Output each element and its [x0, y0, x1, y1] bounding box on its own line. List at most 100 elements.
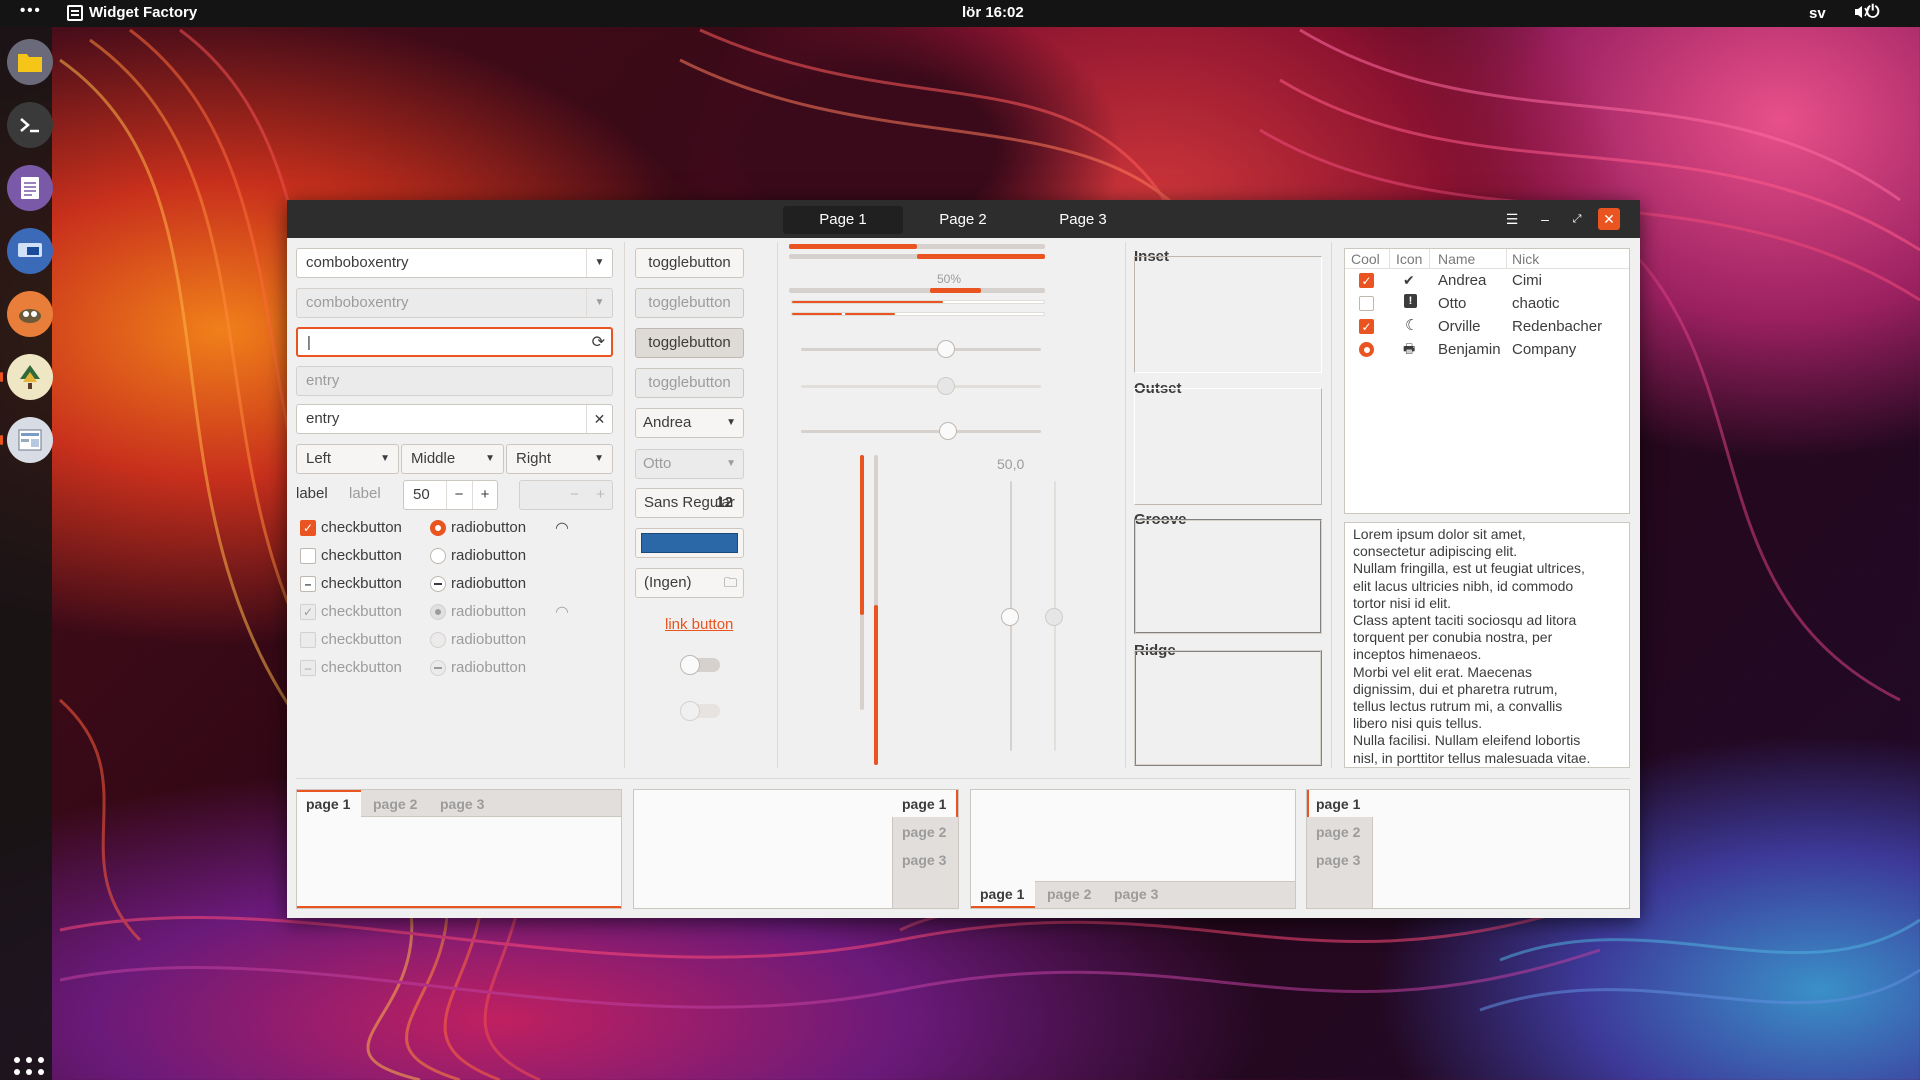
tab-page-2[interactable]: Page 2	[903, 206, 1023, 234]
text-line: nisl, in porttitor tellus malesuada vita…	[1353, 749, 1591, 766]
font-button[interactable]: Sans Regular 12	[635, 488, 744, 518]
row-4-nick: Company	[1512, 341, 1577, 358]
vscale-1-knob[interactable]	[1001, 608, 1019, 626]
notebook-3-tab-3[interactable]: page 3	[1114, 886, 1158, 902]
notebook-1-tab-2[interactable]: page 2	[373, 796, 417, 812]
clock[interactable]: lör 16:02	[962, 4, 1024, 21]
notebook-top: page 1 page 2 page 3	[296, 789, 622, 909]
maximize-icon[interactable]: ⤢	[1566, 208, 1588, 230]
entry-clearable[interactable]: entry ✕	[296, 404, 613, 434]
column-header-name[interactable]: Name	[1438, 251, 1475, 267]
vprogress-2	[874, 455, 878, 765]
file-chooser-button[interactable]: (Ingen) 🗀	[635, 568, 744, 598]
combo-right[interactable]: Right ▼	[506, 444, 613, 474]
clear-icon[interactable]: ✕	[586, 405, 612, 433]
entry-focused[interactable]: | ⟳	[296, 327, 613, 357]
row-1-nick: Cimi	[1512, 272, 1542, 289]
notebook-4-tab-3[interactable]: page 3	[1316, 852, 1360, 868]
text-line: Lorem ipsum dolor sit amet,	[1353, 526, 1526, 542]
chevron-down-icon: ▼	[485, 453, 495, 464]
notebook-2-tab-1[interactable]: page 1	[902, 796, 946, 812]
notebook-2-tab-3[interactable]: page 3	[902, 852, 946, 868]
checkbox-1[interactable]: ✓	[300, 520, 316, 536]
hscale-3-knob[interactable]	[939, 422, 957, 440]
combo-left[interactable]: Left ▼	[296, 444, 399, 474]
hscale-3-marked[interactable]	[801, 430, 1041, 433]
row-3-cool-checkbox[interactable]: ✓	[1359, 319, 1374, 334]
files-icon[interactable]	[7, 39, 53, 85]
chevron-down-icon[interactable]: ▼	[586, 249, 612, 277]
remote-desktop-icon[interactable]	[7, 228, 53, 274]
input-language[interactable]: sv	[1809, 5, 1826, 22]
terminal-icon[interactable]	[7, 102, 53, 148]
row-1-name: Andrea	[1438, 272, 1487, 289]
app-menu-title[interactable]: Widget Factory	[89, 4, 197, 21]
hscale-1[interactable]	[801, 348, 1041, 351]
row-4-cool-radio[interactable]	[1359, 342, 1374, 357]
radio-1[interactable]	[430, 520, 446, 536]
treeview-header	[1345, 249, 1629, 269]
hscale-2-knob	[937, 377, 955, 395]
plus-icon[interactable]: +	[472, 481, 497, 509]
separator	[296, 778, 1630, 779]
notebook-1-tab-1[interactable]: page 1	[306, 796, 350, 812]
combo-andrea-label: Andrea	[643, 414, 692, 431]
togglebutton-2-disabled: togglebutton	[635, 288, 744, 318]
hscale-1-knob[interactable]	[937, 340, 955, 358]
widget-factory-icon[interactable]	[7, 417, 53, 463]
combo-middle[interactable]: Middle ▼	[401, 444, 504, 474]
radio-3-mixed[interactable]	[430, 576, 446, 592]
activities-button[interactable]: •••	[20, 2, 42, 19]
radio-2[interactable]	[430, 548, 446, 564]
spin-button[interactable]: 50 − +	[403, 480, 498, 510]
running-indicator	[0, 435, 3, 445]
textview[interactable]: Lorem ipsum dolor sit amet, consectetur …	[1344, 522, 1630, 768]
row-1-cool-checkbox[interactable]: ✓	[1359, 273, 1374, 288]
switch-off[interactable]	[680, 655, 720, 675]
app-menu-icon[interactable]	[67, 5, 83, 21]
menu-icon[interactable]: ☰	[1501, 208, 1523, 230]
column-header-icon[interactable]: Icon	[1396, 251, 1422, 267]
inkscape-icon[interactable]	[7, 354, 53, 400]
notebook-4-tab-1[interactable]: page 1	[1316, 796, 1360, 812]
notebook-3-tab-1[interactable]: page 1	[980, 886, 1024, 902]
tab-page-3[interactable]: Page 3	[1023, 206, 1143, 234]
treeview[interactable]: Cool Icon Name Nick ✓ ✔ Andrea Cimi ! Ot…	[1344, 248, 1630, 514]
text-line: elit lacus ultricies nibh, id commodo	[1353, 577, 1574, 594]
progress-bar-1	[789, 244, 1045, 249]
power-icon[interactable]: ⏻	[1866, 2, 1879, 22]
notebook-4-tab-2[interactable]: page 2	[1316, 824, 1360, 840]
column-header-cool[interactable]: Cool	[1351, 251, 1380, 267]
row-2-cool-checkbox[interactable]	[1359, 296, 1374, 311]
minimize-icon[interactable]: –	[1534, 208, 1556, 230]
togglebutton-1[interactable]: togglebutton	[635, 248, 744, 278]
notebook-2-tab-2[interactable]: page 2	[902, 824, 946, 840]
color-button[interactable]	[635, 528, 744, 558]
column-header-nick[interactable]: Nick	[1512, 251, 1539, 267]
row-3-nick: Redenbacher	[1512, 318, 1603, 335]
notebook-1-tab-3[interactable]: page 3	[440, 796, 484, 812]
show-applications-button[interactable]	[14, 1057, 44, 1080]
combo-otto-disabled: Otto ▼	[635, 449, 744, 479]
separator	[777, 242, 778, 768]
checkbox-3-label: checkbutton	[321, 575, 402, 592]
check-circle-icon: ✔	[1403, 272, 1415, 288]
text-line: inceptos himenaeos.	[1353, 646, 1482, 663]
gimp-icon[interactable]	[7, 291, 53, 337]
tab-page-1[interactable]: Page 1	[783, 206, 903, 234]
minus-icon[interactable]: −	[446, 481, 471, 509]
refresh-icon[interactable]: ⟳	[592, 329, 605, 357]
link-button[interactable]: link button	[665, 616, 733, 633]
combo-andrea[interactable]: Andrea ▼	[635, 408, 744, 438]
checkbox-3-mixed[interactable]: –	[300, 576, 316, 592]
entry-clearable-text: entry	[306, 410, 340, 427]
text-editor-icon[interactable]	[7, 165, 53, 211]
notebook-3-tab-2[interactable]: page 2	[1047, 886, 1091, 902]
widget-factory-window: Page 1 Page 2 Page 3 ☰ – ⤢ ✕ comboboxent…	[287, 200, 1640, 918]
close-icon[interactable]: ✕	[1598, 208, 1620, 230]
text-line: torquent per conubia nostra, per	[1353, 629, 1553, 646]
checkbox-2[interactable]	[300, 548, 316, 564]
togglebutton-3-active[interactable]: togglebutton	[635, 328, 744, 358]
notebook-left: page 1 page 2 page 3	[1306, 789, 1630, 909]
comboboxentry-1[interactable]: comboboxentry ▼	[296, 248, 613, 278]
